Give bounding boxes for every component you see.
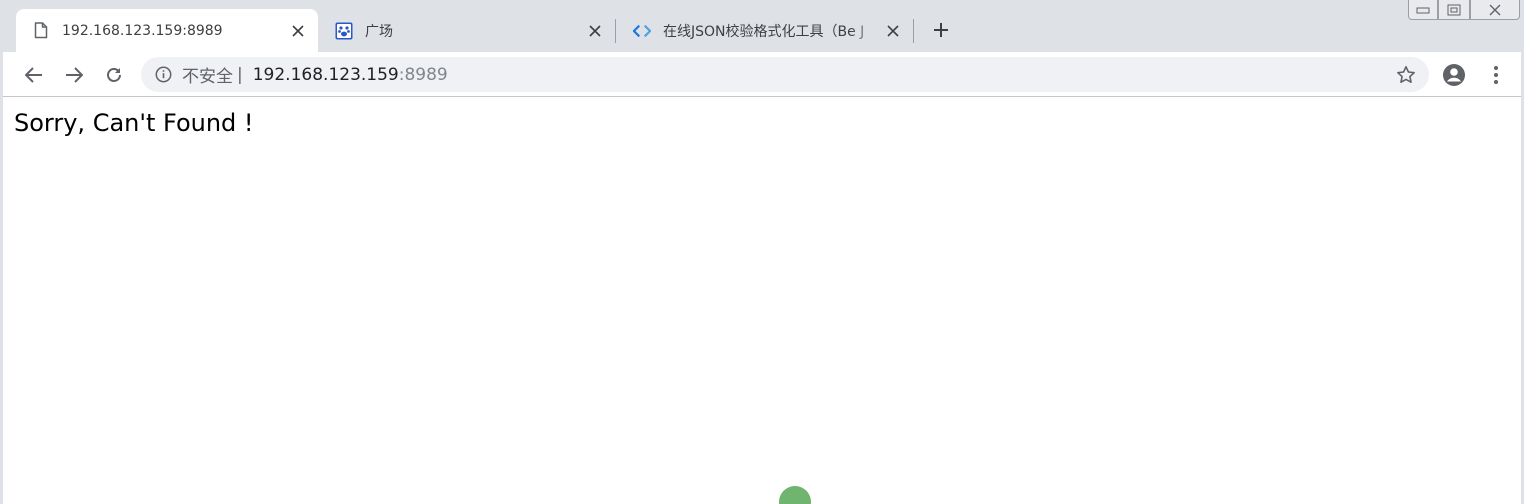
account-icon xyxy=(1443,64,1465,86)
info-icon[interactable] xyxy=(154,66,172,84)
reload-icon xyxy=(107,68,121,82)
plus-icon xyxy=(934,23,948,37)
restore-icon xyxy=(1447,4,1461,15)
arrow-left-icon xyxy=(25,67,42,83)
address-bar[interactable]: 不安全 | 192.168.123.159 :8989 xyxy=(141,57,1429,92)
menu-button[interactable] xyxy=(1481,60,1511,90)
kebab-menu-icon xyxy=(1494,66,1498,84)
close-tab-icon[interactable] xyxy=(585,21,605,41)
reload-button[interactable] xyxy=(99,60,129,90)
tab-separator xyxy=(615,19,616,43)
error-message: Sorry, Can't Found ! xyxy=(14,109,254,137)
mouse-cursor-indicator xyxy=(779,486,811,504)
profile-button[interactable] xyxy=(1439,60,1469,90)
url-host: 192.168.123.159 xyxy=(252,64,399,85)
tab-square[interactable]: 广场 xyxy=(319,9,615,52)
tab-current[interactable]: 192.168.123.159:8989 xyxy=(16,9,318,52)
code-brackets-icon xyxy=(633,22,651,40)
browser-toolbar: 不安全 | 192.168.123.159 :8989 xyxy=(3,52,1521,97)
tab-separator xyxy=(913,19,914,43)
tab-title: 在线JSON校验格式化工具（Be J xyxy=(663,23,865,40)
forward-button[interactable] xyxy=(59,60,89,90)
tab-strip: 192.168.123.159:8989 广场 在线JSON校验格式化工具（Be… xyxy=(3,0,1521,52)
back-button[interactable] xyxy=(19,60,49,90)
star-outline-icon[interactable] xyxy=(1395,64,1417,86)
tab-title: 192.168.123.159:8989 xyxy=(62,22,223,39)
new-tab-button[interactable] xyxy=(927,16,955,44)
security-status-label[interactable]: 不安全 xyxy=(182,62,233,87)
document-icon xyxy=(32,22,50,40)
tab-title: 广场 xyxy=(365,23,393,40)
close-tab-icon[interactable] xyxy=(288,21,308,41)
tab-json-tool[interactable]: 在线JSON校验格式化工具（Be J xyxy=(617,9,913,52)
close-window-button[interactable] xyxy=(1470,0,1520,20)
baidu-paw-icon xyxy=(335,22,353,40)
url-port: :8989 xyxy=(398,64,448,85)
arrow-right-icon xyxy=(66,67,83,83)
close-tab-icon[interactable] xyxy=(883,21,903,41)
close-window-icon xyxy=(1489,4,1501,15)
security-divider: | xyxy=(237,64,243,85)
minimize-button[interactable] xyxy=(1408,0,1438,20)
maximize-button[interactable] xyxy=(1438,0,1470,20)
page-content: Sorry, Can't Found ! xyxy=(3,98,1521,504)
minimize-icon xyxy=(1416,7,1430,13)
browser-window: 192.168.123.159:8989 广场 在线JSON校验格式化工具（Be… xyxy=(0,0,1524,504)
